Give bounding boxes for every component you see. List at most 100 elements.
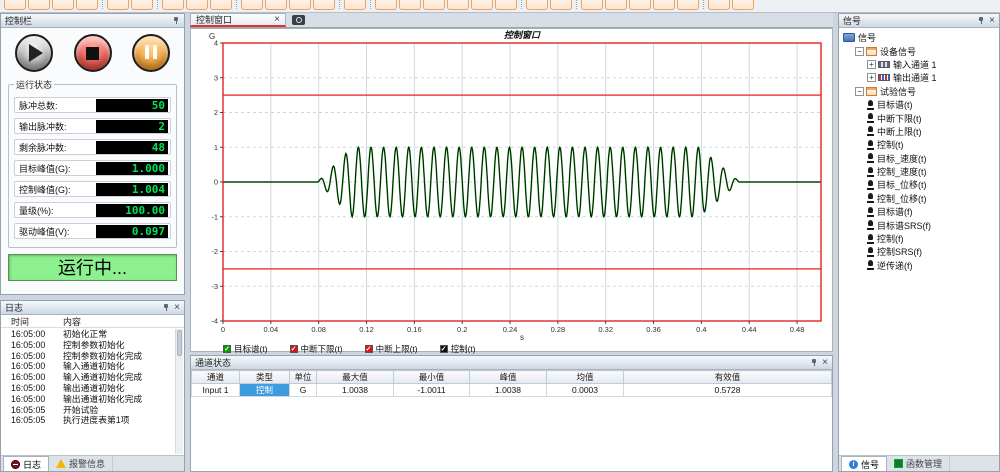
tree-item[interactable]: +输入通道 1 — [839, 58, 999, 71]
channel-column-header[interactable]: 单位 — [290, 371, 317, 384]
legend-item[interactable]: ✓中断上限(t) — [365, 343, 418, 355]
log-entry[interactable]: 16:05:00初始化正常 — [11, 329, 175, 340]
tree-item[interactable]: 目标_位移(t) — [839, 178, 999, 191]
pin-icon[interactable] — [172, 16, 180, 25]
legend-checkbox[interactable]: ✓ — [440, 345, 448, 353]
toolbar-table-view-2-icon[interactable] — [399, 0, 421, 10]
toolbar-new-icon[interactable] — [4, 0, 26, 10]
pin-icon[interactable] — [162, 303, 170, 312]
toolbar-length-ch2-icon[interactable] — [265, 0, 287, 10]
log-tab-log[interactable]: 日志 — [3, 456, 49, 471]
tree-item[interactable]: 控制(f) — [839, 232, 999, 245]
collapse-icon[interactable]: − — [855, 47, 864, 56]
channel-cell[interactable]: Input 1 — [192, 384, 240, 397]
legend-checkbox[interactable]: ✓ — [223, 345, 231, 353]
close-icon[interactable]: × — [174, 303, 180, 312]
tree-item[interactable]: 目标谱(f) — [839, 205, 999, 218]
toolbar-fit-horizontal-icon[interactable] — [629, 0, 651, 10]
tree-item[interactable]: −试验信号 — [839, 85, 999, 98]
channel-cell[interactable]: -1.0011 — [394, 384, 470, 397]
channel-table-row[interactable]: Input 1控制G1.0038-1.00111.00380.00030.572… — [192, 384, 832, 397]
toolbar-chart-table-icon[interactable] — [447, 0, 469, 10]
tree-item[interactable]: 控制_速度(t) — [839, 165, 999, 178]
tree-item[interactable]: 控制SRS(f) — [839, 245, 999, 258]
legend-checkbox[interactable]: ✓ — [290, 345, 298, 353]
toolbar-table-view-1-icon[interactable] — [375, 0, 397, 10]
pause-button[interactable] — [132, 34, 170, 72]
signal-tab-func[interactable]: 函数管理 — [887, 456, 950, 471]
log-entry[interactable]: 16:05:05执行进度表第1项 — [11, 415, 175, 426]
tab-close-icon[interactable]: × — [274, 15, 280, 24]
channel-column-header[interactable]: 最小值 — [394, 371, 470, 384]
toolbar-undo-icon[interactable] — [708, 0, 730, 10]
tree-item[interactable]: 控制(t) — [839, 138, 999, 151]
toolbar-close-doc-icon[interactable] — [52, 0, 74, 10]
toolbar-clock-icon[interactable] — [210, 0, 232, 10]
log-scrollbar[interactable] — [175, 329, 183, 454]
channel-column-header[interactable]: 峰值 — [470, 371, 547, 384]
tab-control-window[interactable]: 控制窗口 × — [190, 13, 286, 27]
tree-item[interactable]: 目标谱(t) — [839, 98, 999, 111]
toolbar-open-icon[interactable] — [28, 0, 50, 10]
log-entry[interactable]: 16:05:00输入通道初始化完成 — [11, 372, 175, 383]
close-icon[interactable]: × — [822, 358, 828, 367]
toolbar-fit-window-icon[interactable] — [581, 0, 603, 10]
log-entry[interactable]: 16:05:00控制参数初始化完成 — [11, 351, 175, 362]
collapse-icon[interactable]: − — [855, 87, 864, 96]
channel-cell[interactable]: 0.0003 — [547, 384, 624, 397]
legend-checkbox[interactable]: ✓ — [365, 345, 373, 353]
log-entry[interactable]: 16:05:00输入通道初始化 — [11, 361, 175, 372]
toolbar-save-all-icon[interactable] — [107, 0, 129, 10]
toolbar-length-ch3-icon[interactable] — [289, 0, 311, 10]
legend-item[interactable]: ✓中断下限(t) — [290, 343, 343, 355]
capture-button[interactable] — [289, 13, 307, 27]
tree-item[interactable]: 目标谱SRS(f) — [839, 218, 999, 231]
channel-cell[interactable]: 1.0038 — [470, 384, 547, 397]
toolbar-save-icon[interactable] — [76, 0, 98, 10]
pin-icon[interactable] — [810, 358, 818, 367]
toolbar-wav-icon[interactable] — [344, 0, 366, 10]
channel-column-header[interactable]: 均值 — [547, 371, 624, 384]
tree-item[interactable]: 目标_速度(t) — [839, 152, 999, 165]
toolbar-layout-horizontal-icon[interactable] — [526, 0, 548, 10]
channel-column-header[interactable]: 类型 — [240, 371, 290, 384]
toolbar-pie-chart-icon[interactable] — [186, 0, 208, 10]
toolbar-chart-view-2-icon[interactable] — [495, 0, 517, 10]
log-tab-warn[interactable]: 报警信息 — [49, 456, 113, 471]
signal-tab-info[interactable]: i信号 — [841, 456, 887, 471]
toolbar-length-ch1-icon[interactable] — [241, 0, 263, 10]
expand-icon[interactable]: + — [867, 73, 876, 82]
legend-item[interactable]: ✓控制(t) — [440, 343, 476, 355]
toolbar-favorite-icon[interactable] — [162, 0, 184, 10]
log-entry[interactable]: 16:05:05开始试验 — [11, 405, 175, 416]
tree-item[interactable]: 逆传递(f) — [839, 259, 999, 272]
pin-icon[interactable] — [977, 16, 985, 25]
channel-column-header[interactable]: 有效值 — [624, 371, 832, 384]
log-entry[interactable]: 16:05:00输出通道初始化完成 — [11, 394, 175, 405]
channel-cell[interactable]: 0.5728 — [624, 384, 832, 397]
log-entry[interactable]: 16:05:00控制参数初始化 — [11, 340, 175, 351]
tree-item[interactable]: 信号 — [839, 31, 999, 44]
channel-column-header[interactable]: 通道 — [192, 371, 240, 384]
toolbar-zoom-out-icon[interactable] — [677, 0, 699, 10]
channel-column-header[interactable]: 最大值 — [317, 371, 394, 384]
tree-item[interactable]: 控制_位移(t) — [839, 192, 999, 205]
toolbar-at-circle-icon[interactable] — [313, 0, 335, 10]
legend-item[interactable]: ✓目标谱(t) — [223, 343, 268, 355]
log-entry[interactable]: 16:05:00输出通道初始化 — [11, 383, 175, 394]
control-chart[interactable]: 43210-1-2-3-400.040.080.120.160.20.240.2… — [191, 29, 832, 341]
close-icon[interactable]: × — [989, 16, 995, 25]
channel-cell[interactable]: 1.0038 — [317, 384, 394, 397]
tree-item[interactable]: 中断下限(t) — [839, 111, 999, 124]
toolbar-print-icon[interactable] — [131, 0, 153, 10]
toolbar-fit-vertical-icon[interactable] — [605, 0, 627, 10]
tree-item[interactable]: −设备信号 — [839, 44, 999, 57]
channel-type-badge[interactable]: 控制 — [240, 384, 290, 397]
scrollbar-thumb[interactable] — [177, 330, 182, 356]
tree-item[interactable]: +输出通道 1 — [839, 71, 999, 84]
toolbar-table-view-3-icon[interactable] — [423, 0, 445, 10]
expand-icon[interactable]: + — [867, 60, 876, 69]
channel-cell[interactable]: G — [290, 384, 317, 397]
stop-button[interactable] — [74, 34, 112, 72]
toolbar-close-icon[interactable] — [732, 0, 754, 10]
